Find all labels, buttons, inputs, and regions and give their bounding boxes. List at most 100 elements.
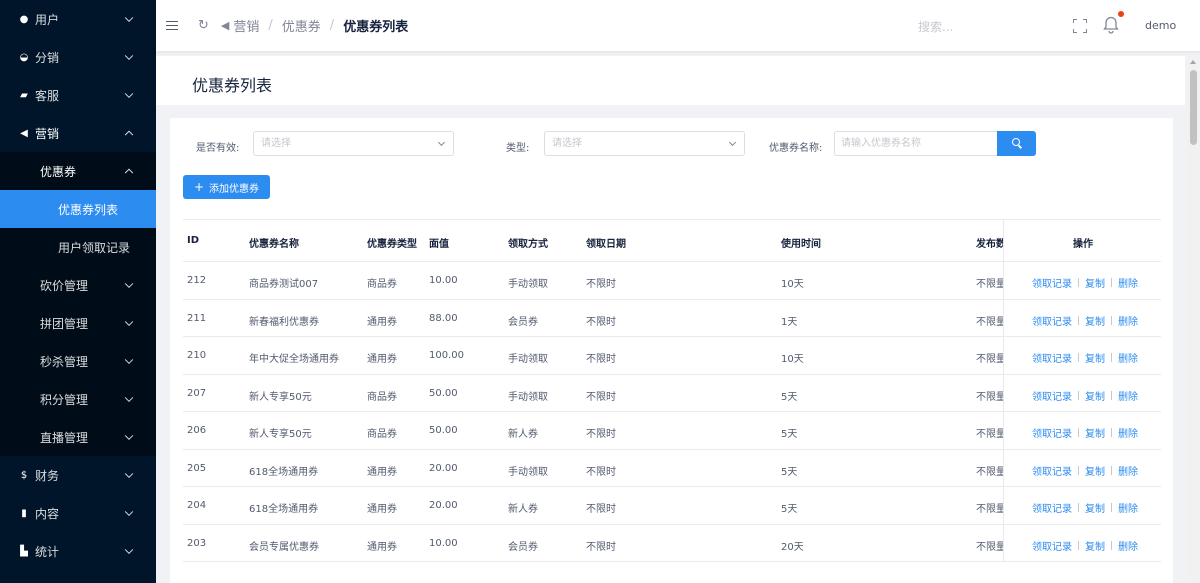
claim-records-link[interactable]: 领取记录 [1032,313,1072,328]
claim-records-link[interactable]: 领取记录 [1032,388,1072,403]
sidebar-item-distribution[interactable]: ◒ 分销 [0,38,156,76]
delete-link[interactable]: 删除 [1118,350,1138,365]
cell-id: 210 [187,350,207,361]
sidebar-item-marketing[interactable]: ◀ 营销 [0,114,156,152]
copy-link[interactable]: 复制 [1085,388,1105,403]
cell-method: 新人券 [508,429,538,440]
cell-type: 商品券 [367,391,397,403]
copy-link[interactable]: 复制 [1085,313,1105,328]
cell-type: 商品券 [367,279,397,290]
delete-link[interactable]: 删除 [1118,313,1138,328]
sidebar-item-coupon[interactable]: 优惠券 [0,152,156,190]
sidebar-item-label: 用户 [35,12,60,27]
add-coupon-button[interactable]: + 添加优惠券 [183,175,270,199]
breadcrumb: 营销 / 优惠券 / 优惠券列表 [233,16,408,35]
cell-value: 50.00 [429,425,458,436]
claim-records-link[interactable]: 领取记录 [1032,463,1072,478]
copy-link[interactable]: 复制 [1085,350,1105,365]
page-scrollbar[interactable] [1187,56,1200,583]
table-row: 205 618全场通用券 通用券 20.00 手动领取 不限时 5天 不限量 领取记录 复制 删除 [183,449,1161,487]
delete-link[interactable]: 删除 [1118,275,1138,290]
copy-link[interactable]: 复制 [1085,500,1105,515]
table-row: 204 618全场通用券 通用券 20.00 新人券 不限时 5天 不限量 领取记录 复制 删除 [183,487,1161,525]
sidebar-item-user[interactable]: ● 用户 [0,0,156,38]
user-menu[interactable]: demo [1145,19,1176,32]
type-filter-select[interactable]: 请选择 [544,131,745,156]
cell-id: 207 [187,387,207,399]
copy-link[interactable]: 复制 [1085,463,1105,478]
cell-date: 不限时 [586,429,616,440]
cell-id: 211 [187,312,207,324]
copy-link[interactable]: 复制 [1085,538,1105,553]
cell-usage: 20天 [781,541,804,553]
select-placeholder: 请选择 [552,138,582,149]
sidebar-item-bargain[interactable]: 砍价管理 [0,266,156,304]
sidebar-item-label: 分销 [35,50,60,65]
sidebar-item-label: 优惠券 [40,164,77,179]
sidebar-item-user-claim-records[interactable]: 用户领取记录 [0,228,156,266]
sidebar-item-flash-sale[interactable]: 秒杀管理 [0,342,156,380]
valid-filter-select[interactable]: 请选择 [253,131,454,156]
breadcrumb-item[interactable]: 优惠券 [282,16,321,35]
claim-records-link[interactable]: 领取记录 [1032,425,1072,440]
bar-chart-icon: ▙ [20,545,28,557]
cell-type: 通用券 [367,354,397,365]
cell-date: 不限时 [586,354,616,365]
claim-records-link[interactable]: 领取记录 [1032,538,1072,553]
sidebar-item-content[interactable]: ▮ 内容 [0,494,156,532]
sidebar-item-finance[interactable]: $ 财务 [0,456,156,494]
delete-link[interactable]: 删除 [1118,500,1138,515]
cell-usage: 10天 [781,279,804,290]
send-icon: ◀ [20,127,28,139]
claim-records-link[interactable]: 领取记录 [1032,500,1072,515]
breadcrumb-item[interactable]: 营销 [233,16,259,35]
cell-usage: 1天 [781,316,798,328]
sidebar-item-points[interactable]: 积分管理 [0,380,156,418]
delete-link[interactable]: 删除 [1118,463,1138,478]
chevron-down-icon [124,279,134,289]
chevron-down-icon [124,469,134,479]
claim-records-link[interactable]: 领取记录 [1032,275,1072,290]
chevron-down-icon [124,89,134,99]
row-actions: 领取记录 复制 删除 [1032,313,1138,328]
delete-link[interactable]: 删除 [1118,538,1138,553]
header-search-input[interactable]: 搜索... [918,18,953,35]
coupon-name-input[interactable]: 请输入优惠券名称 [834,131,997,156]
copy-link[interactable]: 复制 [1085,275,1105,290]
ops-cell: 领取记录 复制 删除 [1003,299,1161,336]
chevron-down-icon [728,138,737,147]
action-divider [1111,540,1112,550]
breadcrumb-separator: / [268,18,273,33]
action-divider [1078,315,1079,325]
copy-link[interactable]: 复制 [1085,425,1105,440]
row-actions: 领取记录 复制 删除 [1032,500,1138,515]
sidebar-item-statistics[interactable]: ▙ 统计 [0,532,156,570]
select-placeholder: 请选择 [261,138,291,149]
valid-filter-label: 是否有效: [196,143,240,154]
refresh-icon[interactable]: ↻ [198,18,209,33]
sidebar-item-label: 客服 [35,88,60,103]
sidebar-item-group-buy[interactable]: 拼团管理 [0,304,156,342]
sidebar-item-live[interactable]: 直播管理 [0,418,156,456]
sidebar-item-customer-service[interactable]: ▰ 客服 [0,76,156,114]
search-button[interactable] [997,131,1036,156]
claim-records-link[interactable]: 领取记录 [1032,350,1072,365]
fullscreen-icon[interactable] [1073,19,1087,33]
cell-value: 20.00 [429,462,458,474]
scrollbar-thumb[interactable] [1190,70,1197,145]
cell-count: 不限量 [976,391,1006,403]
cell-type: 通用券 [367,466,397,478]
dollar-icon: $ [20,469,28,481]
coupon-submenu: 优惠券列表 用户领取记录 [0,190,156,266]
cell-name: 618全场通用券 [249,466,319,478]
cell-method: 手动领取 [508,279,548,290]
sidebar-item-label: 直播管理 [40,430,89,445]
cell-value: 10.00 [429,275,458,286]
delete-link[interactable]: 删除 [1118,388,1138,403]
notification-bell-icon[interactable] [1103,11,1124,34]
ops-cell: 领取记录 复制 删除 [1003,374,1161,411]
menu-toggle-icon[interactable] [166,20,178,31]
scroll-up-icon[interactable] [1190,60,1196,64]
delete-link[interactable]: 删除 [1118,425,1138,440]
sidebar-item-coupon-list[interactable]: 优惠券列表 [0,190,156,228]
